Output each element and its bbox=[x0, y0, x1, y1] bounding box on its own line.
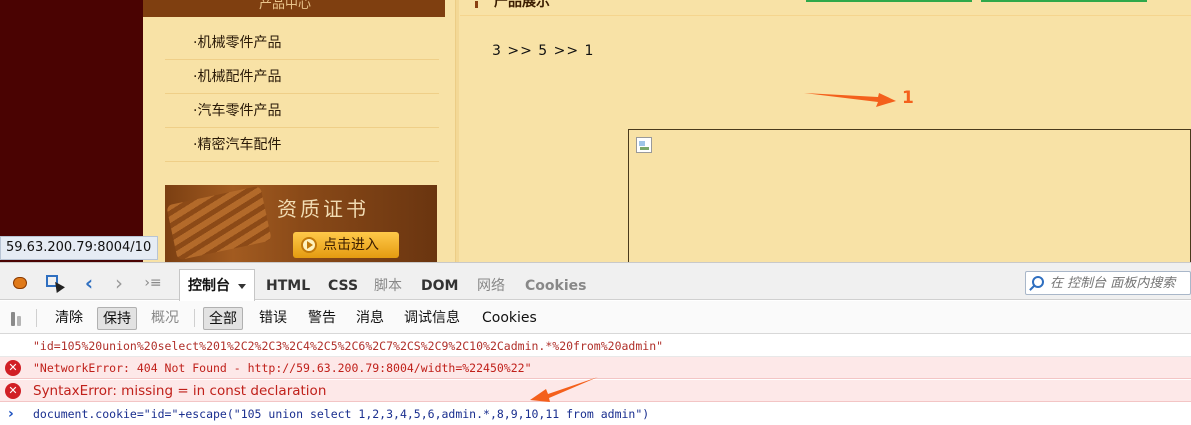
clear-console-icon[interactable] bbox=[8, 310, 26, 328]
command-editor-icon[interactable]: ›≡ bbox=[143, 273, 163, 293]
tab-console-label: 控制台 bbox=[188, 278, 230, 294]
console-filter-bar: 清除 保持 概况 全部 错误 警告 消息 调试信息 Cookies bbox=[0, 301, 1191, 334]
wood-decoration-image bbox=[166, 185, 272, 261]
chevron-down-icon[interactable] bbox=[238, 284, 246, 289]
console-log-text: "id=105%20union%20select%201%2C2%2C3%2C4… bbox=[33, 339, 664, 353]
column-divider bbox=[455, 0, 459, 262]
nav-accent-bar bbox=[806, 0, 972, 2]
devtools-tabbar: ‹ › ›≡ 控制台 HTML CSS 脚本 DOM 网络 Cookies bbox=[0, 262, 1191, 302]
search-icon bbox=[1032, 276, 1044, 288]
clear-button[interactable]: 清除 bbox=[50, 307, 88, 330]
left-dark-column bbox=[0, 0, 143, 262]
sidebar-header: 产品中心 bbox=[143, 0, 445, 17]
play-icon bbox=[301, 237, 317, 253]
filter-warnings-button[interactable]: 警告 bbox=[303, 307, 341, 330]
back-arrow-icon[interactable]: ‹ bbox=[79, 273, 99, 293]
error-icon: ✕ bbox=[5, 383, 21, 399]
tab-dom[interactable]: DOM bbox=[421, 269, 458, 302]
tab-html[interactable]: HTML bbox=[266, 269, 310, 302]
console-row[interactable]: "id=105%20union%20select%201%2C2%2C3%2C4… bbox=[0, 335, 1191, 357]
certificate-enter-label: 点击进入 bbox=[323, 237, 379, 253]
persist-button[interactable]: 保持 bbox=[97, 307, 137, 330]
certificate-banner-title: 资质证书 bbox=[277, 197, 369, 221]
certificate-enter-button[interactable]: 点击进入 bbox=[293, 232, 399, 258]
breadcrumb: 3 >> 5 >> 1 bbox=[492, 43, 595, 59]
sidebar-link-mechanical-accessories[interactable]: 机械配件产品 bbox=[165, 61, 439, 94]
product-sidebar: 产品中心 机械零件产品 机械配件产品 汽车零件产品 精密汽车配件 资质证书 点击… bbox=[143, 0, 455, 262]
sidebar-header-text: 产品中心 bbox=[259, 0, 312, 12]
profile-button[interactable]: 概况 bbox=[146, 307, 184, 330]
error-icon: ✕ bbox=[5, 360, 21, 376]
console-command-text: document.cookie="id="+escape("105 union … bbox=[33, 407, 650, 421]
broken-image-icon bbox=[636, 137, 652, 153]
tab-console[interactable]: 控制台 bbox=[179, 269, 255, 302]
inspect-element-icon[interactable] bbox=[44, 273, 65, 293]
filter-info-button[interactable]: 消息 bbox=[351, 307, 389, 330]
status-bar-url: 59.63.200.79:8004/10 bbox=[0, 236, 158, 260]
filter-all-button[interactable]: 全部 bbox=[203, 307, 243, 330]
filter-errors-button[interactable]: 错误 bbox=[254, 307, 292, 330]
console-output[interactable]: "id=105%20union%20select%201%2C2%2C3%2C4… bbox=[0, 335, 1191, 425]
firebug-panel: ‹ › ›≡ 控制台 HTML CSS 脚本 DOM 网络 Cookies 清除… bbox=[0, 262, 1191, 425]
tab-cookies[interactable]: Cookies bbox=[525, 269, 586, 302]
filter-cookies-button[interactable]: Cookies bbox=[477, 307, 542, 330]
console-row-command[interactable]: › document.cookie="id="+escape("105 unio… bbox=[0, 403, 1191, 425]
web-page: 产品中心 机械零件产品 机械配件产品 汽车零件产品 精密汽车配件 资质证书 点击… bbox=[0, 0, 1191, 262]
annotation-number: 1 bbox=[902, 88, 914, 108]
tab-css[interactable]: CSS bbox=[328, 269, 358, 302]
certificate-banner[interactable]: 资质证书 点击进入 bbox=[165, 185, 437, 262]
console-row-error[interactable]: ✕ SyntaxError: missing = in const declar… bbox=[0, 380, 1191, 402]
firebug-bug-icon[interactable] bbox=[10, 273, 30, 293]
tab-script[interactable]: 脚本 bbox=[374, 269, 402, 302]
sidebar-link-auto-parts[interactable]: 汽车零件产品 bbox=[165, 95, 439, 128]
console-error-text: SyntaxError: missing = in const declarat… bbox=[33, 383, 327, 399]
header-bullet-icon bbox=[475, 1, 478, 8]
filter-debug-button[interactable]: 调试信息 bbox=[399, 307, 465, 330]
main-header-text: 产品展示 bbox=[494, 0, 550, 10]
sidebar-link-precision-auto-parts[interactable]: 精密汽车配件 bbox=[165, 129, 439, 162]
console-row-error[interactable]: ✕ "NetworkError: 404 Not Found - http://… bbox=[0, 357, 1191, 379]
forward-arrow-icon[interactable]: › bbox=[109, 273, 129, 293]
nav-accent-bar bbox=[981, 0, 1147, 2]
main-header: 产品展示 bbox=[460, 0, 1191, 16]
separator bbox=[36, 309, 37, 327]
console-error-text: "NetworkError: 404 Not Found - http://59… bbox=[33, 361, 532, 375]
tab-net[interactable]: 网络 bbox=[477, 269, 505, 302]
separator bbox=[194, 309, 195, 327]
panel-search[interactable] bbox=[1025, 271, 1191, 295]
product-image-frame bbox=[628, 129, 1191, 262]
search-input[interactable] bbox=[1050, 274, 1190, 292]
sidebar-link-mechanical-parts[interactable]: 机械零件产品 bbox=[165, 27, 439, 60]
prompt-chevron-icon: › bbox=[8, 406, 14, 422]
